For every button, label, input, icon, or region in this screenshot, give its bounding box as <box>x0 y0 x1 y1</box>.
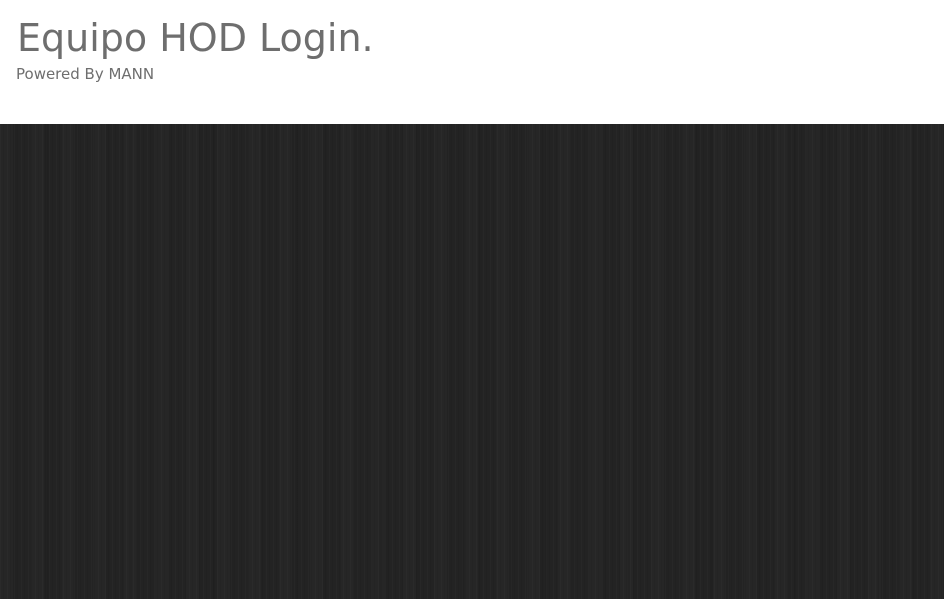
login-background-panel <box>0 124 944 599</box>
page-title: Equipo HOD Login. <box>17 16 374 60</box>
page-header: Equipo HOD Login. Powered By MANN <box>0 0 944 124</box>
powered-by-text: Powered By MANN <box>16 65 155 83</box>
